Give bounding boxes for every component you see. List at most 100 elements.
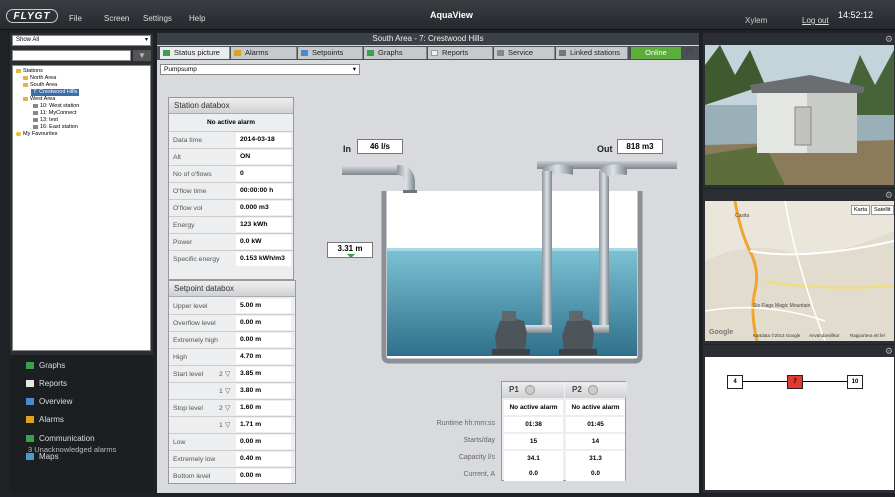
pump-table: P1 P2 No active alarm No active alarm 01… [501, 381, 627, 481]
row-label: Power [173, 239, 193, 246]
pump-status-icon [524, 384, 535, 395]
row-value: 2014-03-18 18:16:20 [236, 133, 291, 157]
nav-overview[interactable]: Overview [26, 397, 72, 406]
level-text: 3.31 m [337, 244, 363, 253]
pump-row-label: Starts/day [463, 437, 495, 444]
station-alarm-text: No active alarm [206, 119, 256, 126]
stop-level-icon: ▽ [225, 405, 231, 412]
logout-link[interactable]: Log out [802, 16, 829, 25]
row-value: 0.00 m [236, 333, 291, 347]
pump-1-header[interactable]: P1 [502, 382, 564, 398]
pump-2-value: 31.3 [566, 451, 625, 466]
tree-node-east-station[interactable]: 16: East station [33, 124, 78, 131]
setpoint-row[interactable]: Extremely high 0.00 m [169, 332, 295, 349]
top-bar: FLYGT File Screen Settings Help AquaView… [0, 0, 895, 30]
menu-settings[interactable]: Settings [143, 14, 172, 23]
pump-row-label: Current, A [463, 471, 495, 478]
search-input[interactable] [12, 50, 131, 61]
map-terms-link[interactable]: Användarvillkor [809, 333, 840, 338]
favourite-star-icon[interactable]: ☆ [685, 46, 694, 57]
setpoint-row[interactable]: Bottom level 0.00 m [169, 468, 295, 485]
gear-icon[interactable]: ⚙ [885, 34, 893, 45]
chevron-down-icon: ▾ [352, 66, 356, 73]
level-indicator-icon [347, 254, 355, 258]
station-alarm-row: No active alarm [169, 115, 293, 132]
tab-alarms[interactable]: Alarms [231, 47, 297, 59]
tree-node-west-area[interactable]: West Area [23, 96, 55, 103]
row-label: Extremely high [173, 337, 218, 344]
row-label: Data time [173, 137, 203, 144]
tree-node-test[interactable]: 13: test [33, 117, 58, 124]
menu-file[interactable]: File [69, 14, 82, 23]
tree-label: Stations [23, 68, 43, 74]
map-type-satellite-button[interactable]: Satellit [871, 205, 894, 215]
tree-node-myconnect[interactable]: 11: MyConnect [33, 110, 77, 117]
map-place-six-flags: Six Flags Magic Mountain [753, 303, 811, 309]
setpoint-row[interactable]: 1 ▽ 1.71 m [169, 417, 295, 434]
linked-station-node[interactable]: 10 [847, 375, 863, 389]
linked-station-node[interactable]: 4 [727, 375, 743, 389]
tree-label: North Area [30, 75, 57, 81]
nav-graphs[interactable]: Graphs [26, 361, 65, 370]
pump-status-icon [587, 384, 598, 395]
station-map[interactable]: Karta Satellit Casita Six Flags Magic Mo… [705, 201, 894, 341]
tree-node-stations[interactable]: Stations [16, 68, 43, 75]
tab-reports[interactable]: Reports [428, 47, 493, 59]
tab-label: Linked stations [570, 48, 621, 57]
tree-node-north-area[interactable]: North Area [23, 75, 56, 82]
menu-help[interactable]: Help [189, 14, 205, 23]
map-type-karta-button[interactable]: Karta [851, 205, 871, 215]
row-label: Upper level [173, 303, 208, 310]
map-copyright: Kartdata ©2014 Google [753, 333, 801, 338]
gear-icon[interactable]: ⚙ [885, 346, 893, 357]
setpoint-row[interactable]: 1 ▽ 3.80 m [169, 383, 295, 400]
map-report-link[interactable]: Rapportera ett fel [850, 333, 885, 338]
setpoint-row[interactable]: Start level 2 ▽ 3.85 m [169, 366, 295, 383]
linked-station-node-active[interactable]: 7 [787, 375, 803, 389]
tab-graphs[interactable]: Graphs [364, 47, 427, 59]
row-value: 3.85 m [236, 367, 291, 381]
setpoint-row[interactable]: Stop level 2 ▽ 1.60 m [169, 400, 295, 417]
filter-select-value: Show All [16, 37, 40, 43]
folder-icon [16, 68, 21, 73]
app-title: AquaView [430, 10, 473, 20]
pump-2-header[interactable]: P2 [565, 382, 627, 398]
pump-number: 2 [219, 405, 223, 412]
nav-communication[interactable]: Communication [26, 434, 95, 443]
unacknowledged-alarms[interactable]: 3 Unacknowledged alarms [28, 445, 116, 454]
tab-setpoints[interactable]: Setpoints [298, 47, 363, 59]
tab-status-picture[interactable]: Status picture [160, 47, 230, 59]
tab-service[interactable]: Service [494, 47, 555, 59]
setpoint-row[interactable]: Upper level 5.00 m [169, 298, 295, 315]
nav-alarms[interactable]: Alarms [26, 415, 64, 424]
gear-icon[interactable]: ⚙ [885, 190, 893, 201]
alarm-bell-icon [234, 50, 241, 56]
tree-label: South Area [30, 82, 58, 88]
station-filter-select[interactable]: Show All ▾ [12, 35, 151, 46]
setpoint-row[interactable]: Extremely low 0.40 m [169, 451, 295, 468]
tree-node-south-area[interactable]: South Area [23, 82, 57, 89]
menu-screen[interactable]: Screen [104, 14, 129, 23]
setpoint-row[interactable]: Low 0.00 m [169, 434, 295, 451]
pump-number: 1 [219, 422, 223, 429]
tree-label: 13: test [40, 117, 59, 123]
sump-level-value: 3.31 m [327, 242, 373, 258]
row-label: No of o'flows [173, 171, 212, 178]
tab-linked-stations[interactable]: Linked stations [556, 47, 628, 59]
filter-icon[interactable]: ▼ [133, 50, 151, 61]
tree-node-crestwood-hills[interactable]: 7: Crestwood Hills [31, 89, 80, 96]
row-label: O'flow vol [173, 205, 203, 212]
setpoint-row[interactable]: High 4.70 m [169, 349, 295, 366]
row-value: 3.80 m [236, 384, 291, 398]
tree-node-favourites[interactable]: My Favourites [16, 131, 58, 138]
pump-row-label: Capacity l/s [458, 454, 495, 461]
row-value: 0.40 m [236, 452, 291, 466]
map-place-casita: Casita [735, 213, 750, 219]
pump-sump-select[interactable]: Pumpsump ▾ [160, 64, 360, 75]
setpoint-row[interactable]: Overflow level 0.00 m [169, 315, 295, 332]
nav-reports[interactable]: Reports [26, 379, 67, 388]
tree-node-west-station[interactable]: 10: West station [33, 103, 79, 110]
pump-1-value: 15 [504, 434, 563, 449]
inflow-value: 46 l/s [357, 139, 403, 154]
setpoint-databox-title: Setpoint databox [169, 281, 295, 297]
